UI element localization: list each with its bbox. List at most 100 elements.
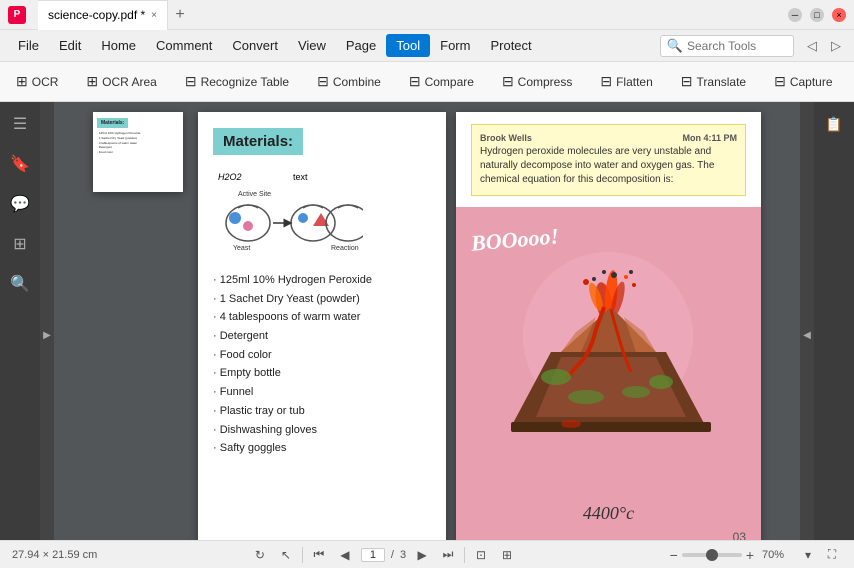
zoom-thumb (706, 549, 718, 561)
annotation-box[interactable]: Brook Wells Mon 4:11 PM Hydrogen peroxid… (471, 124, 746, 196)
document-dimensions: 27.94 × 21.59 cm (12, 549, 97, 561)
ocr-button[interactable]: ⊞ OCR (8, 69, 66, 94)
list-item: 4 tablespoons of warm water (213, 308, 431, 327)
annotation-author-name: Brook Wells (480, 133, 532, 143)
first-page-button[interactable]: ⏮ (309, 545, 329, 565)
next-page-button[interactable]: ▶ (412, 545, 432, 565)
minimize-button[interactable]: ─ (788, 8, 802, 22)
pdf-page-right: Brook Wells Mon 4:11 PM Hydrogen peroxid… (456, 112, 761, 552)
compress-button[interactable]: ⊟ Compress (494, 69, 580, 94)
fit-page-button[interactable]: ⊡ (471, 545, 491, 565)
combine-button[interactable]: ⊟ Combine (309, 69, 389, 94)
app-icon: P (8, 6, 26, 24)
flatten-button[interactable]: ⊟ Flatten (592, 69, 660, 94)
svg-text:text: text (293, 172, 308, 182)
tab-label: science-copy.pdf * (48, 8, 145, 22)
zoom-dropdown-button[interactable]: ▾ (798, 545, 818, 565)
menu-comment[interactable]: Comment (146, 34, 222, 57)
close-button[interactable]: × (832, 8, 846, 22)
menu-view[interactable]: View (288, 34, 336, 57)
document-tab[interactable]: science-copy.pdf * × (38, 0, 168, 30)
menu-home[interactable]: Home (91, 34, 146, 57)
zoom-value: 70% (762, 549, 794, 561)
temperature-text: 4400°c (583, 503, 634, 524)
right-collapse-handle[interactable]: ◀ (800, 102, 814, 568)
ocr-area-button[interactable]: ⊞ OCR Area (78, 69, 164, 94)
menu-tool[interactable]: Tool (386, 34, 430, 57)
volcano-area: BOOooo! (456, 207, 761, 552)
right-sidebar: 📋 (814, 102, 854, 568)
window-controls: ─ □ × (788, 8, 846, 22)
diagram-area: H2O2 text Active Site (213, 168, 431, 263)
pdf-page-left: Materials: H2O2 text Active Site (198, 112, 446, 552)
menu-bar: File Edit Home Comment Convert View Page… (0, 30, 854, 62)
navigation-controls: ↻ ↖ ⏮ ◀ / 3 ▶ ⏭ ⊡ ⊞ (105, 545, 661, 565)
title-bar: P science-copy.pdf * × + ─ □ × (0, 0, 854, 30)
pdf-thumbnail[interactable]: Materials: · 125ml 10% Hydrogen Peroxide… (93, 112, 183, 192)
menu-form[interactable]: Form (430, 34, 480, 57)
compare-icon: ⊟ (409, 73, 421, 90)
right-sidebar-icon[interactable]: 📋 (820, 110, 848, 138)
page-number-input[interactable] (361, 548, 385, 562)
menu-file[interactable]: File (8, 34, 49, 57)
title-bar-left: P science-copy.pdf * × + (8, 0, 192, 30)
list-item: Empty bottle (213, 364, 431, 383)
sidebar-menu-icon[interactable]: ☰ (6, 110, 34, 138)
pdf-container: Materials: · 125ml 10% Hydrogen Peroxide… (93, 112, 761, 558)
capture-button[interactable]: ⊟ Capture (766, 69, 840, 94)
search-tools-input[interactable] (687, 39, 787, 53)
back-button[interactable]: ◁ (802, 36, 822, 56)
cursor-tool-button[interactable]: ↖ (276, 545, 296, 565)
compress-icon: ⊟ (502, 73, 514, 90)
fit-width-button[interactable]: ⊞ (497, 545, 517, 565)
materials-header: Materials: (213, 128, 303, 155)
list-item: Plastic tray or tub (213, 402, 431, 421)
list-item: Detergent (213, 327, 431, 346)
translate-icon: ⊟ (681, 73, 693, 90)
list-item: Funnel (213, 383, 431, 402)
materials-list: 125ml 10% Hydrogen Peroxide 1 Sachet Dry… (213, 271, 431, 458)
compare-button[interactable]: ⊟ Compare (401, 69, 482, 94)
sidebar-bookmark-icon[interactable]: 🔖 (6, 150, 34, 178)
zoom-controls: − + 70% ▾ ⛶ (670, 545, 842, 565)
bottom-bar: 27.94 × 21.59 cm ↻ ↖ ⏮ ◀ / 3 ▶ ⏭ ⊡ ⊞ − +… (0, 540, 854, 568)
ocr-icon: ⊞ (16, 73, 28, 90)
new-tab-button[interactable]: + (168, 3, 192, 27)
zoom-in-button[interactable]: + (746, 547, 754, 563)
svg-text:H2O2: H2O2 (218, 172, 242, 182)
menu-page[interactable]: Page (336, 34, 386, 57)
zoom-out-button[interactable]: − (670, 547, 678, 563)
recognize-table-icon: ⊟ (185, 73, 197, 90)
main-area: ☰ 🔖 💬 ⊞ 🔍 ▶ Materials: · 125ml 10% Hydro… (0, 102, 854, 568)
zoom-slider[interactable] (682, 553, 742, 557)
total-pages: 3 (400, 549, 406, 561)
forward-button[interactable]: ▷ (826, 36, 846, 56)
combine-icon: ⊟ (317, 73, 329, 90)
capture-icon: ⊟ (774, 73, 786, 90)
sidebar-pages-icon[interactable]: ⊞ (6, 230, 34, 258)
fullscreen-button[interactable]: ⛶ (822, 545, 842, 565)
list-item: 1 Sachet Dry Yeast (powder) (213, 290, 431, 309)
annotation-text: Hydrogen peroxide molecules are very uns… (480, 145, 737, 187)
annotation-time: Mon 4:11 PM (682, 133, 737, 143)
flatten-icon: ⊟ (600, 73, 612, 90)
tab-close-button[interactable]: × (151, 10, 157, 21)
left-sidebar: ☰ 🔖 💬 ⊞ 🔍 (0, 102, 40, 568)
sidebar-comment-icon[interactable]: 💬 (6, 190, 34, 218)
left-collapse-handle[interactable]: ▶ (40, 102, 54, 568)
search-icon: 🔍 (667, 38, 683, 54)
menu-edit[interactable]: Edit (49, 34, 91, 57)
prev-page-button[interactable]: ◀ (335, 545, 355, 565)
rotate-tool-button[interactable]: ↻ (250, 545, 270, 565)
sidebar-search-icon[interactable]: 🔍 (6, 270, 34, 298)
menu-convert[interactable]: Convert (222, 34, 288, 57)
recognize-table-button[interactable]: ⊟ Recognize Table (177, 69, 297, 94)
content-area: Materials: · 125ml 10% Hydrogen Peroxide… (54, 102, 800, 568)
last-page-button[interactable]: ⏭ (438, 545, 458, 565)
annotation-header: Brook Wells Mon 4:11 PM (480, 133, 737, 143)
maximize-button[interactable]: □ (810, 8, 824, 22)
list-item: Dishwashing gloves (213, 421, 431, 440)
translate-button[interactable]: ⊟ Translate (673, 69, 754, 94)
menu-protect[interactable]: Protect (480, 34, 541, 57)
nav-separator (302, 547, 303, 563)
